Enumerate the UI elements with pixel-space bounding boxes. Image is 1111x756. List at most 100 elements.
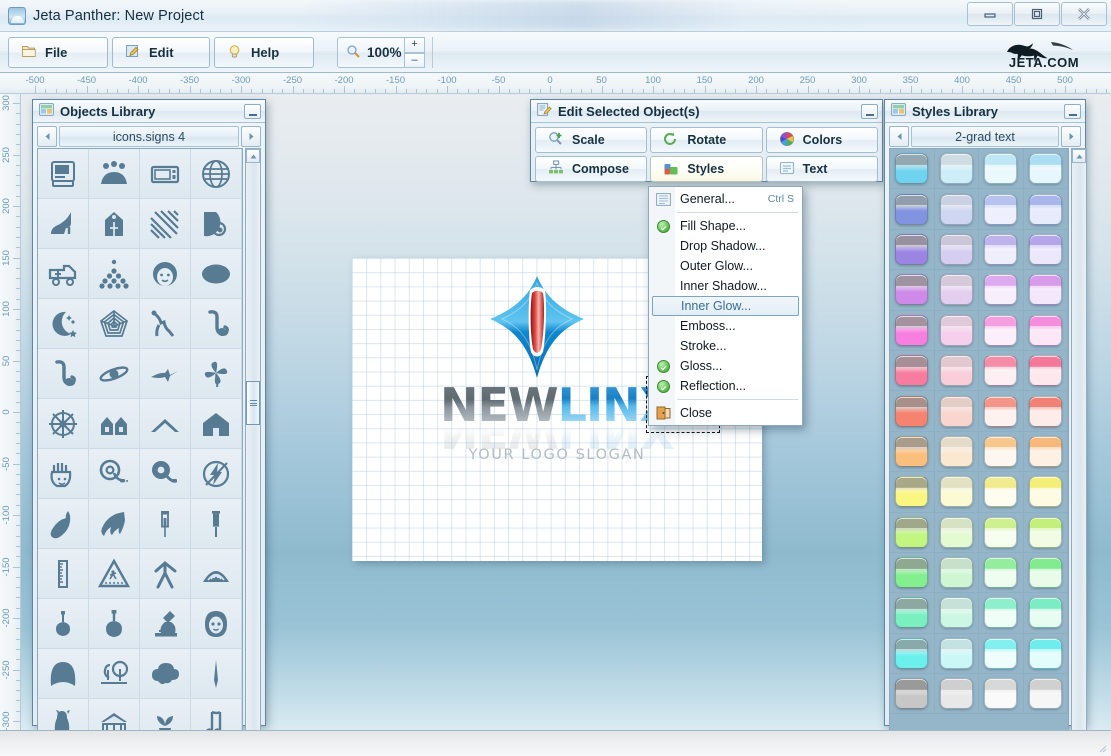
style-swatch-cell[interactable] bbox=[934, 472, 979, 513]
colors-button[interactable]: Colors bbox=[765, 127, 878, 153]
style-swatch-cell[interactable] bbox=[934, 229, 979, 271]
style-swatch-yellow-1[interactable] bbox=[895, 476, 929, 508]
scroll-thumb[interactable] bbox=[246, 381, 260, 425]
styles-library-prev-button[interactable] bbox=[889, 126, 909, 147]
style-swatch-pink-4[interactable] bbox=[1028, 355, 1062, 387]
object-icon-cell[interactable] bbox=[140, 349, 191, 399]
object-icon-cell[interactable] bbox=[89, 299, 140, 349]
style-swatch-cell[interactable] bbox=[1023, 391, 1068, 432]
style-swatch-salmon-4[interactable] bbox=[1028, 395, 1062, 427]
style-swatch-gray-2[interactable] bbox=[939, 678, 973, 710]
style-swatch-cell[interactable] bbox=[890, 149, 935, 190]
style-swatch-violet-1[interactable] bbox=[895, 274, 929, 306]
object-icon-cell[interactable] bbox=[191, 449, 242, 499]
style-swatch-cell[interactable] bbox=[934, 674, 979, 715]
object-icon-cell[interactable] bbox=[89, 649, 140, 699]
style-swatch-cell[interactable] bbox=[979, 674, 1024, 715]
object-icon-cell[interactable] bbox=[140, 149, 191, 199]
object-icon-cell[interactable] bbox=[89, 399, 140, 449]
object-icon-cell[interactable] bbox=[191, 649, 242, 699]
style-swatch-cell[interactable] bbox=[1023, 149, 1068, 190]
menu-item-drop-shadow[interactable]: Drop Shadow... bbox=[649, 236, 802, 256]
style-swatch-orange-1[interactable] bbox=[895, 435, 929, 467]
style-swatch-cell[interactable] bbox=[1023, 229, 1068, 271]
style-swatch-mint-2[interactable] bbox=[939, 597, 973, 629]
objects-library-collection-name[interactable]: icons.signs 4 bbox=[59, 126, 239, 147]
style-swatch-cell[interactable] bbox=[979, 189, 1024, 230]
style-swatch-orange-3[interactable] bbox=[984, 435, 1018, 467]
menu-item-fill-shape[interactable]: Fill Shape... bbox=[649, 216, 802, 236]
style-swatch-mint-4[interactable] bbox=[1028, 597, 1062, 629]
style-swatch-pink-1[interactable] bbox=[895, 355, 929, 387]
style-swatch-cell[interactable] bbox=[934, 552, 979, 594]
object-icon-cell[interactable] bbox=[140, 499, 191, 549]
style-swatch-lime-2[interactable] bbox=[939, 516, 973, 548]
style-swatch-violet-3[interactable] bbox=[984, 274, 1018, 306]
objects-library-next-button[interactable] bbox=[241, 126, 261, 147]
text-button[interactable]: Text bbox=[765, 156, 878, 182]
object-icon-cell[interactable] bbox=[38, 599, 89, 649]
style-swatch-cell[interactable] bbox=[979, 350, 1024, 392]
style-swatch-lime-1[interactable] bbox=[895, 516, 929, 548]
style-swatch-cell[interactable] bbox=[890, 189, 935, 230]
menu-item-inner-shadow[interactable]: Inner Shadow... bbox=[649, 276, 802, 296]
style-swatch-cell[interactable] bbox=[1023, 472, 1068, 513]
object-icon-cell[interactable] bbox=[89, 249, 140, 299]
style-swatch-yellow-2[interactable] bbox=[939, 476, 973, 508]
brand-logo[interactable]: JETA.COM bbox=[989, 36, 1099, 70]
style-swatch-gray-1[interactable] bbox=[895, 678, 929, 710]
styles-library-minimize-button[interactable] bbox=[1064, 103, 1081, 119]
style-swatch-pink-2[interactable] bbox=[939, 355, 973, 387]
scroll-up-button[interactable] bbox=[246, 149, 260, 163]
object-icon-cell[interactable] bbox=[140, 449, 191, 499]
style-swatch-cell[interactable] bbox=[979, 472, 1024, 513]
style-swatch-green-1[interactable] bbox=[895, 557, 929, 589]
style-swatch-cell[interactable] bbox=[1023, 593, 1068, 634]
object-icon-cell[interactable] bbox=[140, 199, 191, 249]
style-swatch-blue-3[interactable] bbox=[984, 193, 1018, 225]
style-swatch-cell[interactable] bbox=[979, 633, 1024, 675]
style-swatch-violet-4[interactable] bbox=[1028, 274, 1062, 306]
style-swatch-cell[interactable] bbox=[934, 633, 979, 675]
style-swatch-purple-3[interactable] bbox=[984, 233, 1018, 265]
style-swatch-magenta-1[interactable] bbox=[895, 314, 929, 346]
style-swatch-cell[interactable] bbox=[890, 593, 935, 634]
style-swatch-cell[interactable] bbox=[934, 593, 979, 634]
style-swatch-pink-3[interactable] bbox=[984, 355, 1018, 387]
logo-mark-icon[interactable] bbox=[488, 274, 586, 380]
style-swatch-cell[interactable] bbox=[934, 310, 979, 351]
styles-library-collection-name[interactable]: 2-grad text bbox=[911, 126, 1059, 147]
style-swatch-cell[interactable] bbox=[890, 310, 935, 351]
style-swatch-cell[interactable] bbox=[934, 350, 979, 392]
edit-panel-minimize-button[interactable] bbox=[861, 103, 878, 119]
style-swatch-cell[interactable] bbox=[1023, 552, 1068, 594]
style-swatch-cell[interactable] bbox=[1023, 512, 1068, 553]
style-swatch-violet-2[interactable] bbox=[939, 274, 973, 306]
styles-library-next-button[interactable] bbox=[1061, 126, 1081, 147]
edit-menu-button[interactable]: Edit bbox=[112, 37, 210, 68]
style-swatch-mint-3[interactable] bbox=[984, 597, 1018, 629]
object-icon-cell[interactable] bbox=[191, 299, 242, 349]
style-swatch-salmon-3[interactable] bbox=[984, 395, 1018, 427]
file-menu-button[interactable]: File bbox=[8, 37, 108, 68]
object-icon-cell[interactable] bbox=[191, 599, 242, 649]
style-swatch-orange-4[interactable] bbox=[1028, 435, 1062, 467]
object-icon-cell[interactable] bbox=[38, 449, 89, 499]
menu-item-general[interactable]: General... Ctrl S bbox=[649, 189, 802, 209]
style-swatch-green-2[interactable] bbox=[939, 557, 973, 589]
style-swatch-cyan-2[interactable] bbox=[939, 153, 973, 185]
style-swatch-cell[interactable] bbox=[890, 552, 935, 594]
zoom-out-button[interactable]: – bbox=[404, 52, 425, 68]
style-swatch-cell[interactable] bbox=[979, 391, 1024, 432]
object-icon-cell[interactable] bbox=[140, 299, 191, 349]
resize-grip-icon[interactable] bbox=[1097, 743, 1107, 753]
help-menu-button[interactable]: Help bbox=[214, 37, 314, 68]
style-swatch-purple-2[interactable] bbox=[939, 233, 973, 265]
zoom-in-button[interactable]: + bbox=[404, 37, 425, 53]
style-swatch-gray-4[interactable] bbox=[1028, 678, 1062, 710]
style-swatch-green-4[interactable] bbox=[1028, 557, 1062, 589]
style-swatch-cyan-4[interactable] bbox=[1028, 153, 1062, 185]
style-swatch-cell[interactable] bbox=[979, 270, 1024, 311]
style-swatch-cell[interactable] bbox=[1023, 350, 1068, 392]
style-swatch-cell[interactable] bbox=[890, 391, 935, 432]
